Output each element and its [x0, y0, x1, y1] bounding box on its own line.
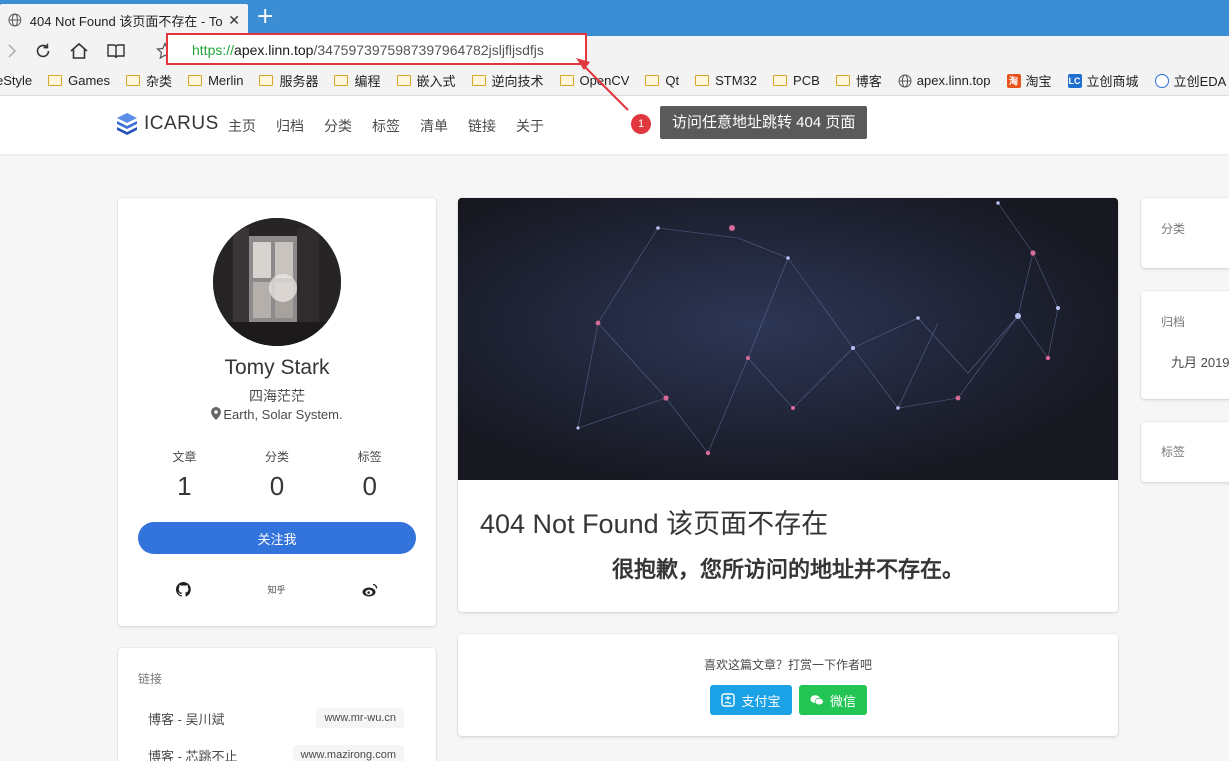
stat-categories[interactable]: 分类 0 [231, 448, 324, 502]
link-item[interactable]: 博客 - 吴川斌 www.mr-wu.cn [148, 708, 404, 728]
weibo-icon[interactable] [362, 583, 378, 597]
article-body: 很抱歉，您所访问的地址并不存在。 [611, 557, 964, 582]
alipay-button[interactable]: 支付宝 [710, 685, 792, 715]
links-card: 链接 博客 - 吴川斌 www.mr-wu.cn 博客 - 芯跳不止 www.m… [118, 648, 436, 761]
stat-tags[interactable]: 标签 0 [323, 448, 416, 502]
follow-button[interactable]: 关注我 [138, 522, 416, 554]
tags-widget: 标签 [1141, 422, 1229, 482]
categories-header: 分类 [1161, 222, 1186, 236]
donate-card: 喜欢这篇文章？打赏一下作者吧 支付宝 微信 [458, 634, 1118, 736]
social-links: 知乎 [138, 582, 416, 597]
donate-text: 喜欢这篇文章？打赏一下作者吧 [703, 658, 872, 672]
wechat-icon [810, 695, 824, 706]
archive-item[interactable]: 九月 2019 [1171, 352, 1229, 371]
link-item[interactable]: 博客 - 芯跳不止 www.mazirong.com [148, 745, 404, 761]
annotation-badge: 1 [631, 114, 651, 134]
article-card: 404 Not Found 该页面不存在 很抱歉，您所访问的地址并不存在。 [458, 198, 1118, 612]
github-icon[interactable] [176, 582, 191, 597]
article-title: 404 Not Found 该页面不存在 [480, 509, 829, 539]
cover-image [458, 198, 1118, 480]
stat-posts[interactable]: 文章 1 [138, 448, 231, 502]
map-marker-icon [211, 407, 222, 420]
categories-widget: 分类 [1141, 198, 1229, 268]
archive-widget: 归档 九月 2019 [1141, 291, 1229, 399]
avatar [213, 218, 341, 346]
alipay-icon [721, 693, 736, 707]
profile-stats: 文章 1 分类 0 标签 0 [138, 448, 416, 502]
annotation-label: 访问任意地址跳转 404 页面 [660, 106, 868, 139]
author-motto: 四海茫茫 [249, 388, 305, 404]
author-name: Tomy Stark [224, 356, 330, 379]
author-location: Earth, Solar System. [118, 407, 436, 422]
zhihu-link[interactable]: 知乎 [267, 583, 285, 596]
profile-card: Tomy Stark 四海茫茫 Earth, Solar System. 文章 … [118, 198, 436, 626]
links-header: 链接 [138, 672, 163, 686]
wechat-button[interactable]: 微信 [799, 685, 867, 715]
archive-header: 归档 [1161, 315, 1186, 329]
tags-header: 标签 [1161, 445, 1186, 459]
